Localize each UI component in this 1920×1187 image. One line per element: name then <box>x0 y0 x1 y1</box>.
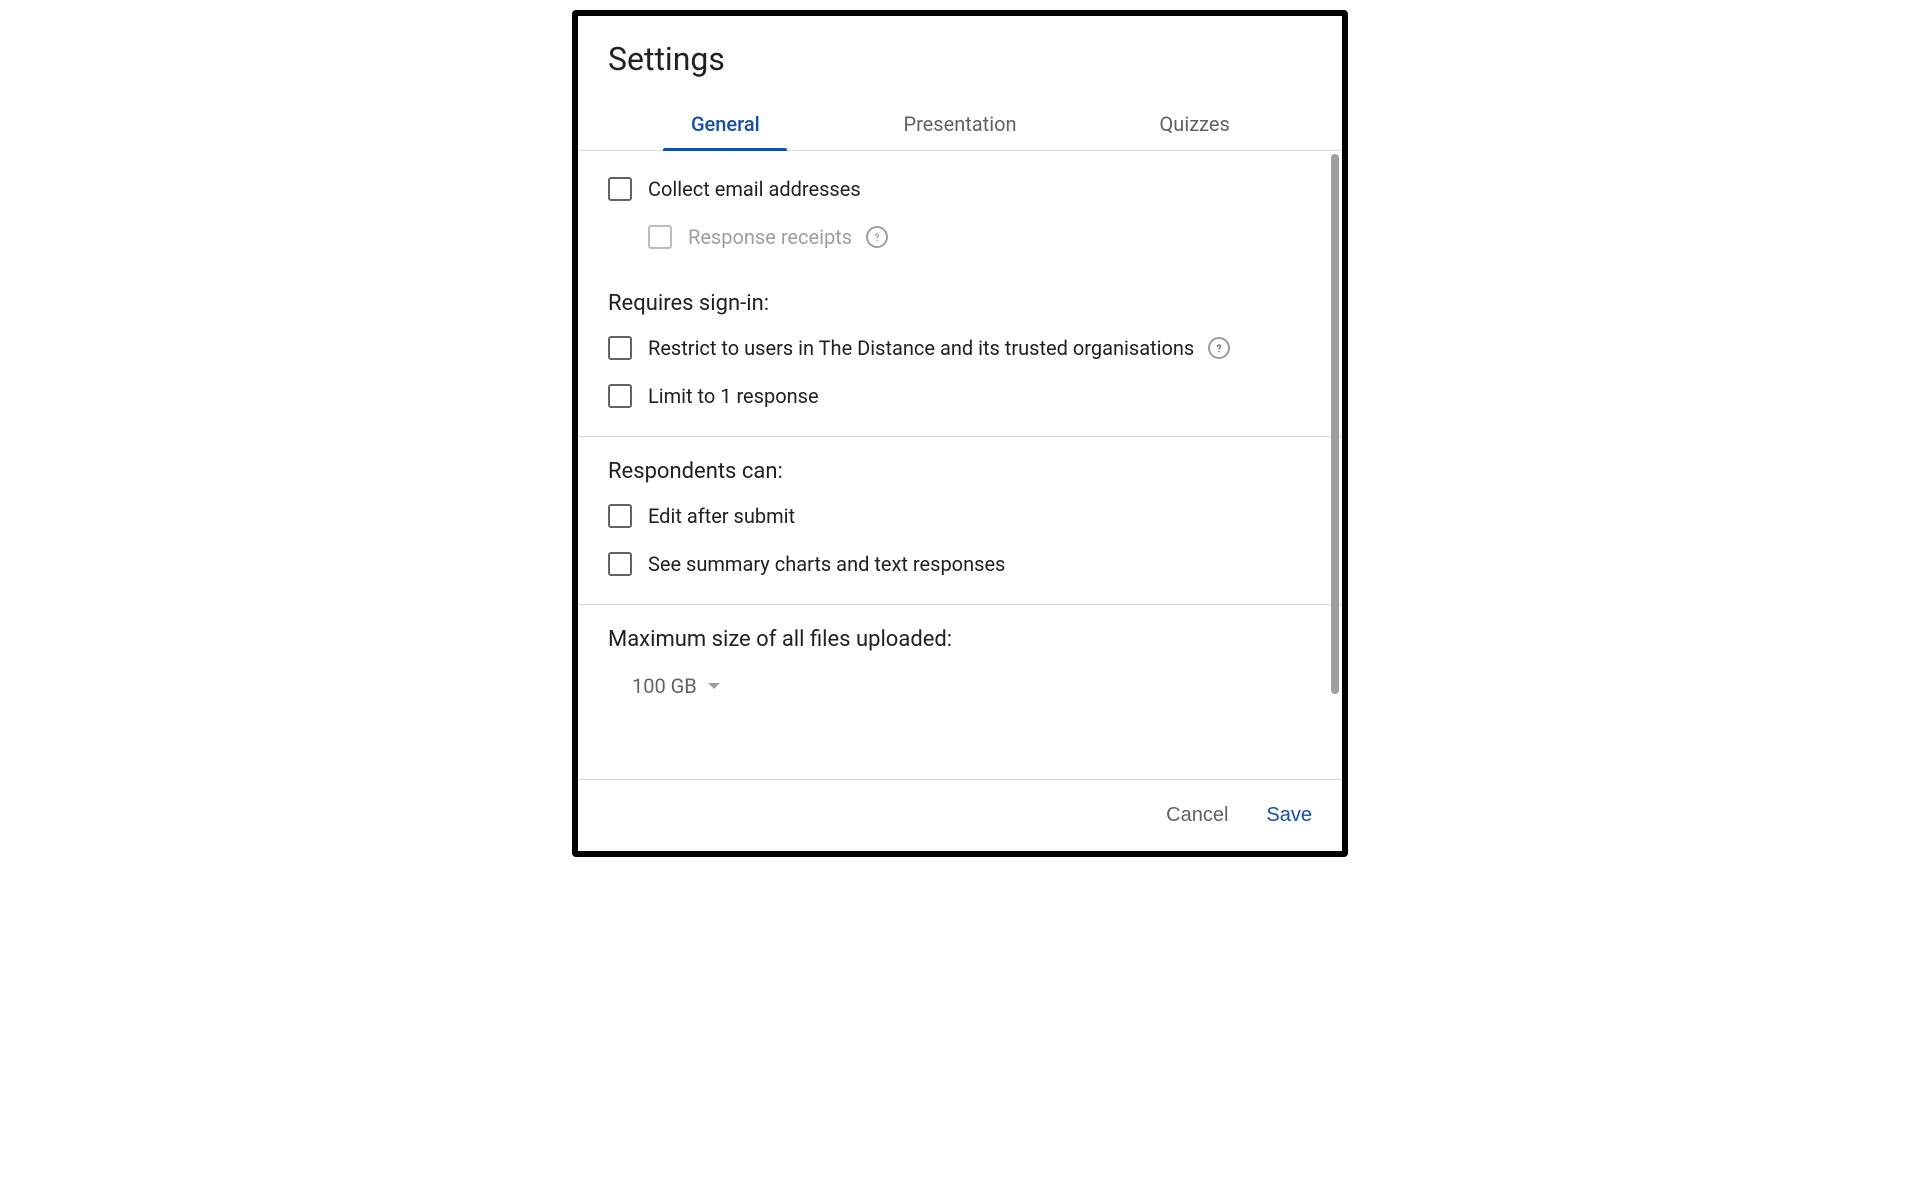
label-collect-email: Collect email addresses <box>648 177 861 201</box>
dialog-header: Settings <box>578 16 1342 86</box>
tab-presentation[interactable]: Presentation <box>843 98 1078 150</box>
dialog-footer: Cancel Save <box>578 779 1342 851</box>
chevron-down-icon <box>707 682 721 690</box>
tab-quizzes[interactable]: Quizzes <box>1077 98 1312 150</box>
content: Collect email addresses Response receipt… <box>578 151 1342 698</box>
label-edit-after-submit: Edit after submit <box>648 504 795 528</box>
checkbox-see-summary[interactable] <box>608 552 632 576</box>
tab-label-presentation: Presentation <box>903 112 1016 136</box>
section-max-size: Maximum size of all files uploaded: <box>608 627 1312 660</box>
divider <box>578 436 1342 437</box>
save-label: Save <box>1266 804 1312 826</box>
row-response-receipts: Response receipts <box>608 213 1312 261</box>
cancel-button[interactable]: Cancel <box>1162 798 1232 833</box>
label-see-summary: See summary charts and text responses <box>648 552 1005 576</box>
row-see-summary: See summary charts and text responses <box>608 540 1312 588</box>
scroll-area: Collect email addresses Response receipt… <box>578 151 1342 779</box>
checkbox-limit-response[interactable] <box>608 384 632 408</box>
label-restrict-users: Restrict to users in The Distance and it… <box>648 336 1194 360</box>
label-limit-response: Limit to 1 response <box>648 384 819 408</box>
checkbox-collect-email[interactable] <box>608 177 632 201</box>
max-size-value: 100 GB <box>632 674 697 698</box>
save-button[interactable]: Save <box>1262 798 1316 833</box>
scrollbar[interactable] <box>1331 154 1339 694</box>
row-edit-after-submit: Edit after submit <box>608 492 1312 540</box>
label-response-receipts: Response receipts <box>688 225 852 249</box>
checkbox-response-receipts <box>648 225 672 249</box>
tab-label-quizzes: Quizzes <box>1160 112 1230 136</box>
section-requires-signin: Requires sign-in: <box>608 261 1312 324</box>
help-icon[interactable] <box>866 226 888 248</box>
tab-label-general: General <box>691 112 760 136</box>
settings-dialog: Settings General Presentation Quizzes Co… <box>572 10 1348 857</box>
dialog-title: Settings <box>608 40 1312 78</box>
tab-general[interactable]: General <box>608 98 843 150</box>
checkbox-restrict-users[interactable] <box>608 336 632 360</box>
row-collect-email: Collect email addresses <box>608 165 1312 213</box>
help-icon[interactable] <box>1208 337 1230 359</box>
row-limit-response: Limit to 1 response <box>608 372 1312 420</box>
section-respondents: Respondents can: <box>608 459 1312 492</box>
max-size-select[interactable]: 100 GB <box>608 660 1312 698</box>
tabs: General Presentation Quizzes <box>578 98 1342 151</box>
divider <box>578 604 1342 605</box>
checkbox-edit-after-submit[interactable] <box>608 504 632 528</box>
row-restrict-users: Restrict to users in The Distance and it… <box>608 324 1312 372</box>
cancel-label: Cancel <box>1166 804 1228 826</box>
